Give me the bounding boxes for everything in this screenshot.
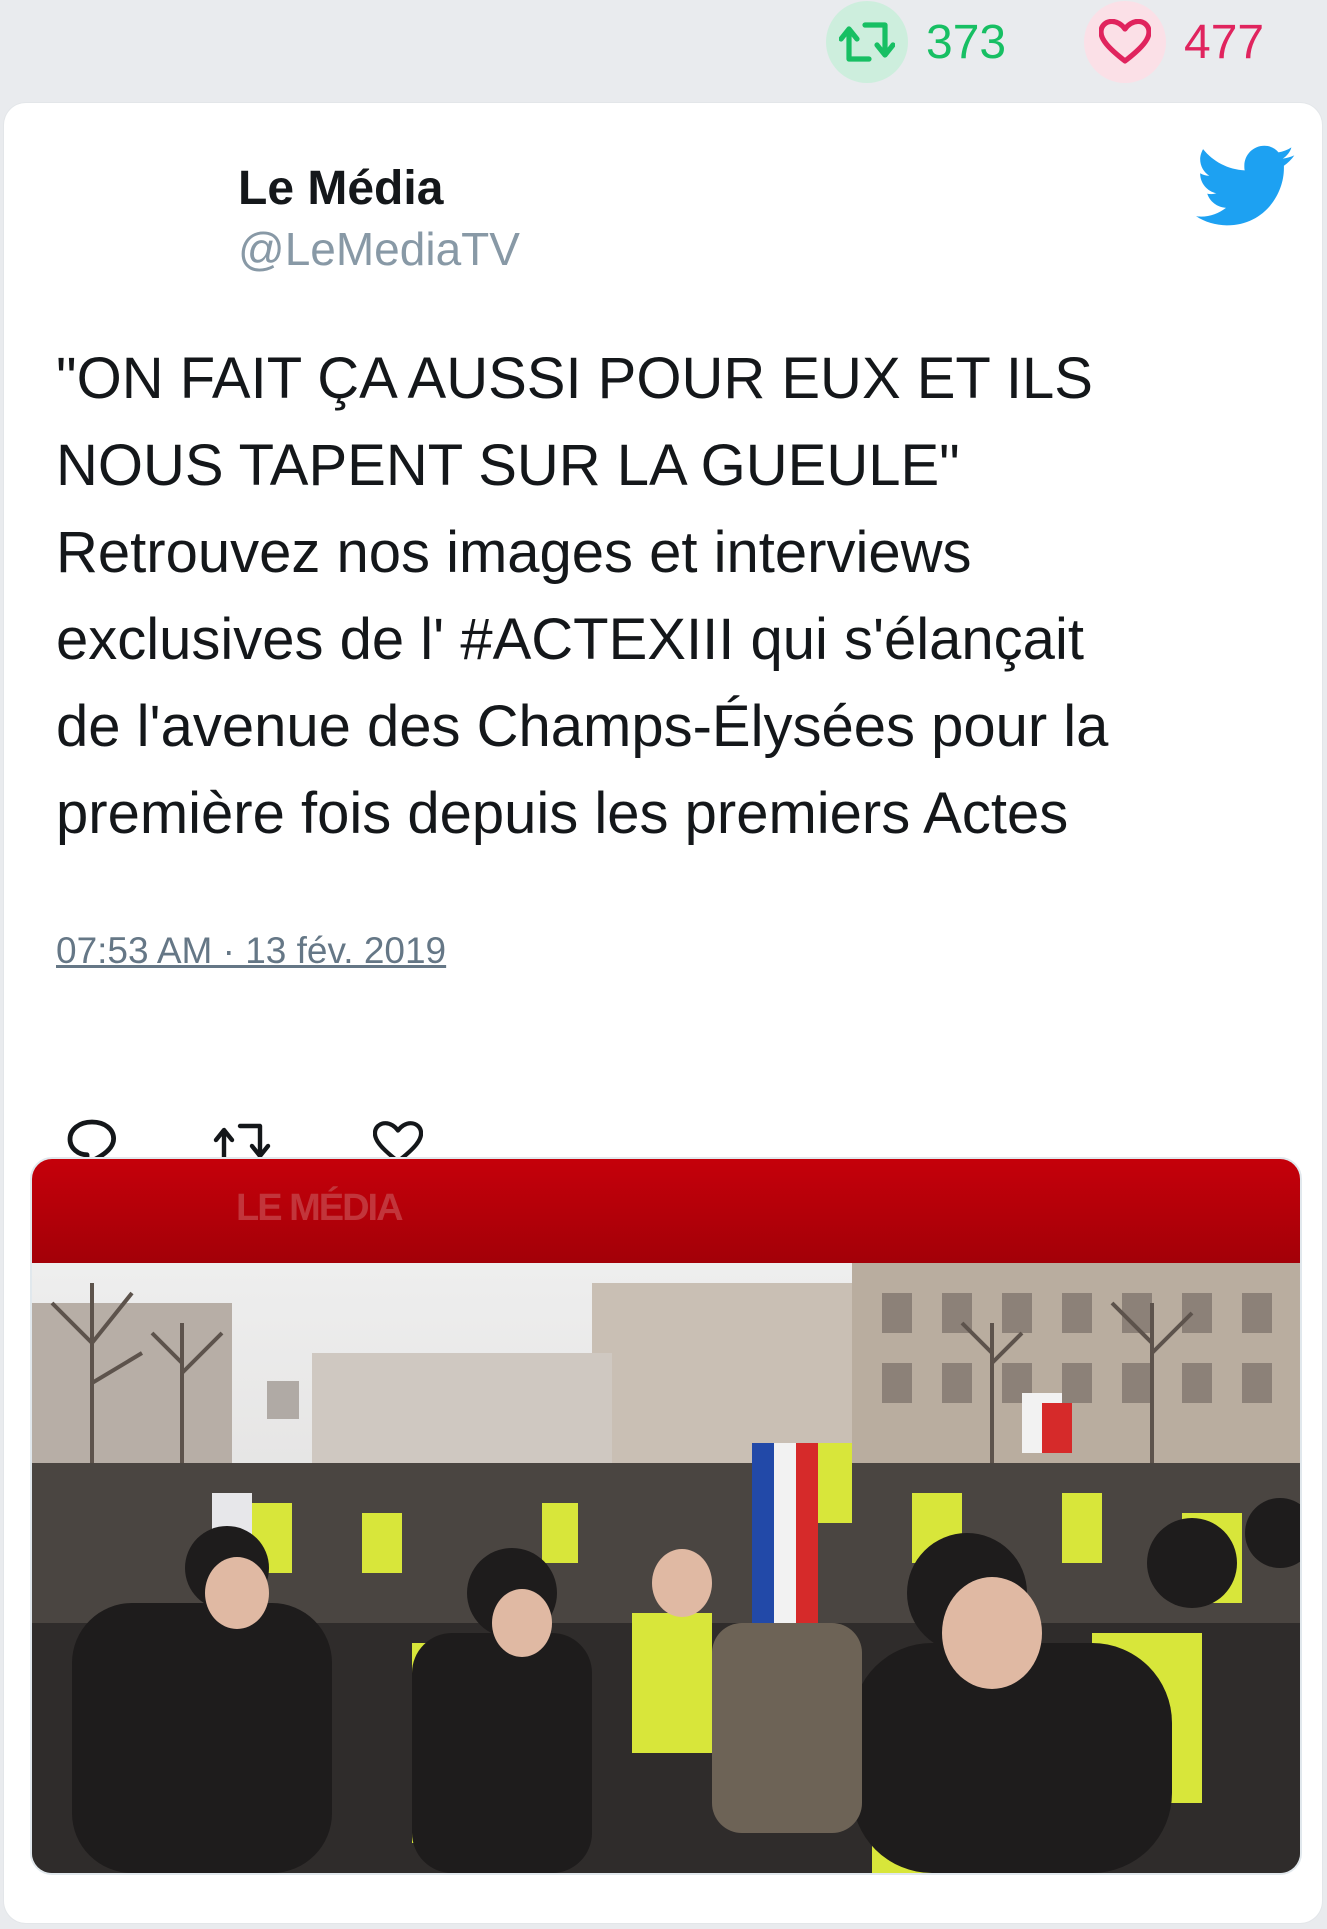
twitter-bird-icon[interactable]	[1196, 145, 1296, 229]
like-stat[interactable]: 477	[1084, 1, 1265, 83]
tweet-timestamp[interactable]: 07:53 AM · 13 fév. 2019	[56, 930, 446, 972]
video-banner: LE MÉDIA	[32, 1159, 1300, 1263]
tweet-card: Le Média @LeMediaTV "ON FAIT ÇA AUSSI PO…	[4, 103, 1322, 1923]
retweet-icon	[826, 1, 908, 83]
author-name[interactable]: Le Média	[238, 161, 520, 217]
engagement-stats: 373 477	[0, 0, 1327, 100]
tweet-media-video[interactable]: LE MÉDIA	[30, 1157, 1302, 1875]
tweet-text: "ON FAIT ÇA AUSSI POUR EUX ET ILS NOUS T…	[56, 346, 1109, 846]
like-count: 477	[1184, 15, 1265, 69]
retweet-stat[interactable]: 373	[826, 1, 1007, 83]
media-logo: LE MÉDIA	[236, 1187, 404, 1229]
retweet-count: 373	[926, 15, 1007, 69]
heart-icon	[1084, 1, 1166, 83]
author-handle[interactable]: @LeMediaTV	[238, 221, 520, 277]
protest-photo	[32, 1263, 1300, 1873]
tweet-author[interactable]: Le Média @LeMediaTV	[238, 161, 520, 277]
